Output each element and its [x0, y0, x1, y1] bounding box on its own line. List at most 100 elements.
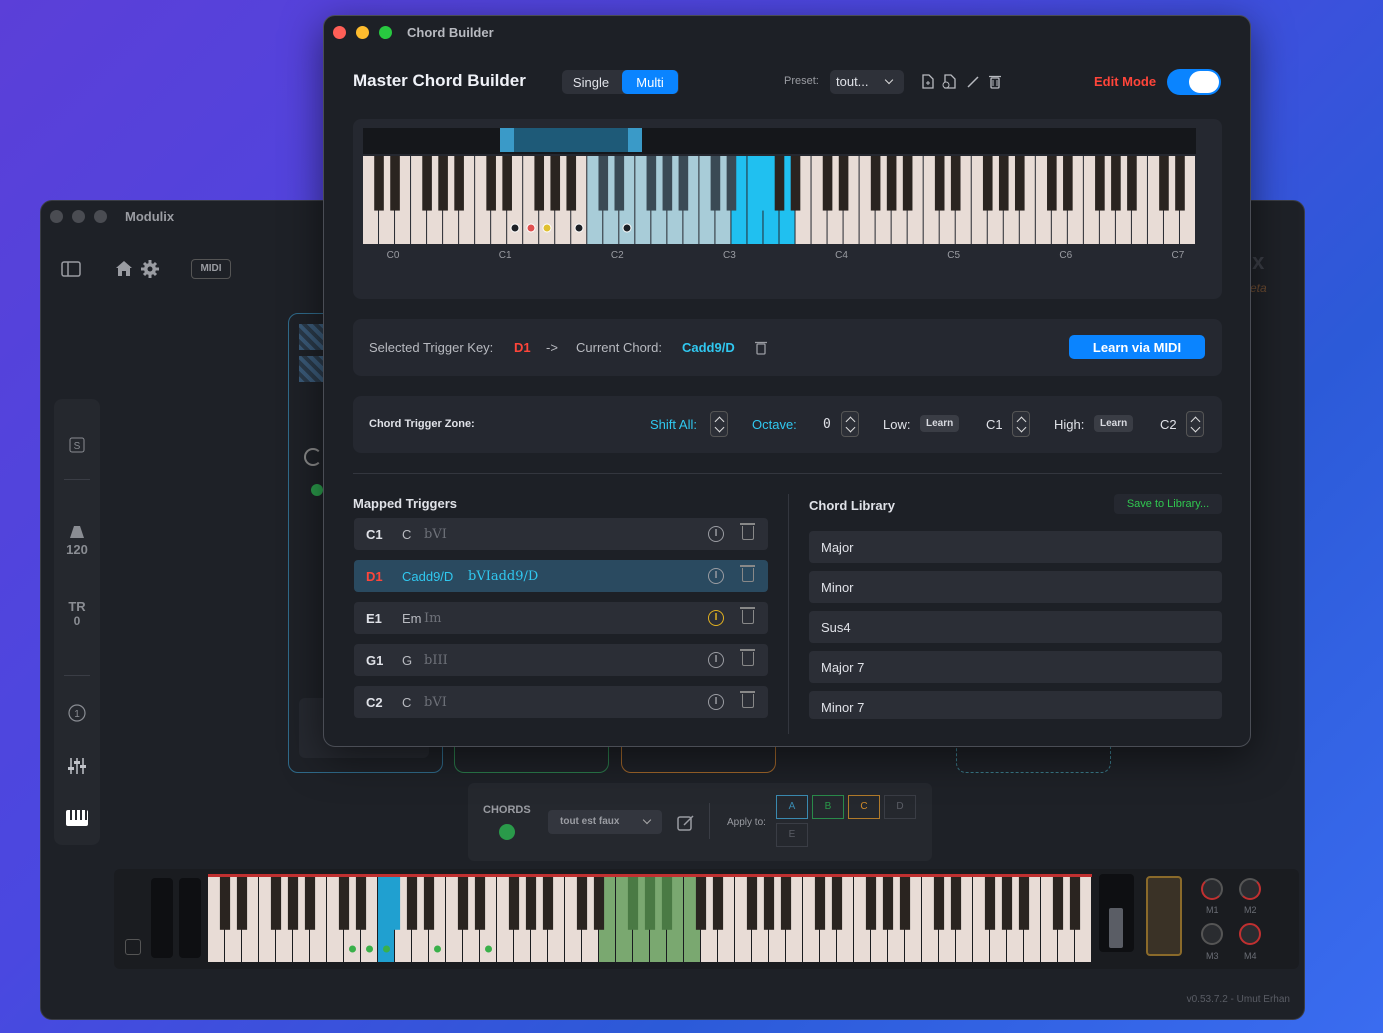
- black-key[interactable]: [1069, 877, 1081, 930]
- expression-slider[interactable]: [1099, 874, 1134, 952]
- trigger-dot[interactable]: [574, 223, 584, 233]
- apply-c-button[interactable]: C: [848, 795, 880, 819]
- black-key[interactable]: [822, 156, 833, 211]
- black-key[interactable]: [304, 877, 316, 930]
- mapped-trigger-row[interactable]: C1 CbVI I: [354, 518, 768, 550]
- black-key[interactable]: [644, 877, 656, 930]
- save-to-library-button[interactable]: Save to Library...: [1114, 494, 1222, 514]
- black-key[interactable]: [790, 156, 801, 211]
- volume-fader[interactable]: [1146, 876, 1182, 956]
- black-key[interactable]: [814, 877, 826, 930]
- sidebar-toggle-icon[interactable]: [61, 261, 81, 277]
- range-bar[interactable]: [363, 128, 1196, 154]
- low-stepper[interactable]: [1012, 411, 1030, 437]
- octave-label[interactable]: C3: [723, 250, 736, 261]
- key-dot[interactable]: [434, 945, 441, 953]
- black-key[interactable]: [1047, 156, 1057, 211]
- black-key[interactable]: [390, 156, 400, 211]
- close-button[interactable]: [333, 26, 346, 39]
- low-learn-button[interactable]: Learn: [920, 415, 960, 432]
- piano-icon[interactable]: [66, 810, 88, 826]
- black-key[interactable]: [236, 877, 248, 930]
- cube-icon[interactable]: [125, 939, 141, 955]
- midi-button[interactable]: MIDI: [191, 259, 231, 279]
- black-key[interactable]: [780, 877, 792, 930]
- mapped-trigger-row[interactable]: C2 CbVI I: [354, 686, 768, 718]
- trigger-dot[interactable]: [510, 223, 520, 233]
- chords-power-icon[interactable]: [499, 824, 515, 840]
- apply-d-button[interactable]: D: [884, 795, 916, 819]
- trash-icon[interactable]: [740, 691, 755, 708]
- high-stepper[interactable]: [1186, 411, 1204, 437]
- black-key[interactable]: [1052, 877, 1064, 930]
- black-key[interactable]: [502, 156, 512, 211]
- mode-multi-button[interactable]: Multi: [622, 70, 678, 94]
- trash-icon[interactable]: [740, 607, 755, 624]
- new-file-icon[interactable]: [922, 74, 934, 89]
- black-key[interactable]: [763, 877, 775, 930]
- library-item[interactable]: Major: [809, 531, 1222, 563]
- info-icon[interactable]: I: [708, 568, 724, 584]
- apply-b-button[interactable]: B: [812, 795, 844, 819]
- library-item[interactable]: Major 7: [809, 651, 1222, 683]
- black-key[interactable]: [899, 877, 911, 930]
- learn-via-midi-button[interactable]: Learn via MIDI: [1069, 335, 1205, 359]
- black-key[interactable]: [1127, 156, 1137, 211]
- black-key[interactable]: [542, 877, 554, 930]
- preset-select[interactable]: tout...: [830, 70, 904, 94]
- black-key[interactable]: [338, 877, 350, 930]
- black-key[interactable]: [882, 877, 894, 930]
- black-key[interactable]: [422, 156, 432, 211]
- gear-icon[interactable]: [141, 260, 159, 278]
- trash-icon[interactable]: [740, 523, 755, 540]
- mapped-trigger-row[interactable]: E1 Em Im I: [354, 602, 768, 634]
- black-key[interactable]: [950, 877, 962, 930]
- black-key[interactable]: [389, 877, 401, 930]
- black-key[interactable]: [774, 156, 785, 211]
- black-key[interactable]: [831, 877, 843, 930]
- info-icon[interactable]: I: [708, 610, 724, 626]
- library-item[interactable]: Minor 7: [809, 691, 1222, 719]
- black-key[interactable]: [1014, 156, 1025, 211]
- octave-label[interactable]: C7: [1172, 250, 1185, 261]
- key-dot[interactable]: [485, 945, 492, 953]
- keyboard-top-bar[interactable]: [208, 874, 1092, 877]
- bottom-piano-keyboard[interactable]: [208, 874, 1092, 964]
- black-key[interactable]: [423, 877, 435, 930]
- black-key[interactable]: [454, 156, 464, 211]
- range-handle-left[interactable]: [500, 128, 514, 152]
- pitch-wheel[interactable]: [151, 878, 173, 958]
- octave-label[interactable]: C5: [947, 250, 960, 261]
- key-dot[interactable]: [366, 945, 373, 953]
- black-key[interactable]: [614, 156, 625, 211]
- black-key[interactable]: [457, 877, 469, 930]
- shift-all-stepper[interactable]: [710, 411, 728, 437]
- range-piano-keyboard[interactable]: C0 C1 C2 C3 C4 C5 C6 C7: [363, 128, 1196, 283]
- trigger-dot[interactable]: [622, 223, 632, 233]
- trigger-dot[interactable]: [542, 223, 552, 233]
- black-key[interactable]: [1111, 156, 1121, 211]
- black-key[interactable]: [1001, 877, 1013, 930]
- info-icon[interactable]: I: [708, 694, 724, 710]
- black-key[interactable]: [406, 877, 418, 930]
- black-key[interactable]: [1063, 156, 1073, 211]
- s-icon[interactable]: S: [69, 437, 85, 453]
- black-key[interactable]: [710, 156, 721, 211]
- black-key[interactable]: [534, 156, 545, 211]
- black-key[interactable]: [627, 877, 639, 930]
- edit-mode-toggle[interactable]: [1167, 69, 1221, 95]
- octave-label[interactable]: C6: [1059, 250, 1072, 261]
- macro-knob-m4[interactable]: [1239, 923, 1261, 945]
- black-key[interactable]: [982, 156, 993, 211]
- black-key[interactable]: [508, 877, 520, 930]
- key-dot[interactable]: [383, 945, 390, 953]
- black-key[interactable]: [933, 877, 945, 930]
- black-key[interactable]: [950, 156, 961, 211]
- range-handle-right[interactable]: [628, 128, 642, 152]
- apply-a-button[interactable]: A: [776, 795, 808, 819]
- black-key[interactable]: [1159, 156, 1169, 211]
- black-key[interactable]: [525, 877, 537, 930]
- high-learn-button[interactable]: Learn: [1094, 415, 1134, 432]
- black-key[interactable]: [576, 877, 588, 930]
- zoom-button[interactable]: [379, 26, 392, 39]
